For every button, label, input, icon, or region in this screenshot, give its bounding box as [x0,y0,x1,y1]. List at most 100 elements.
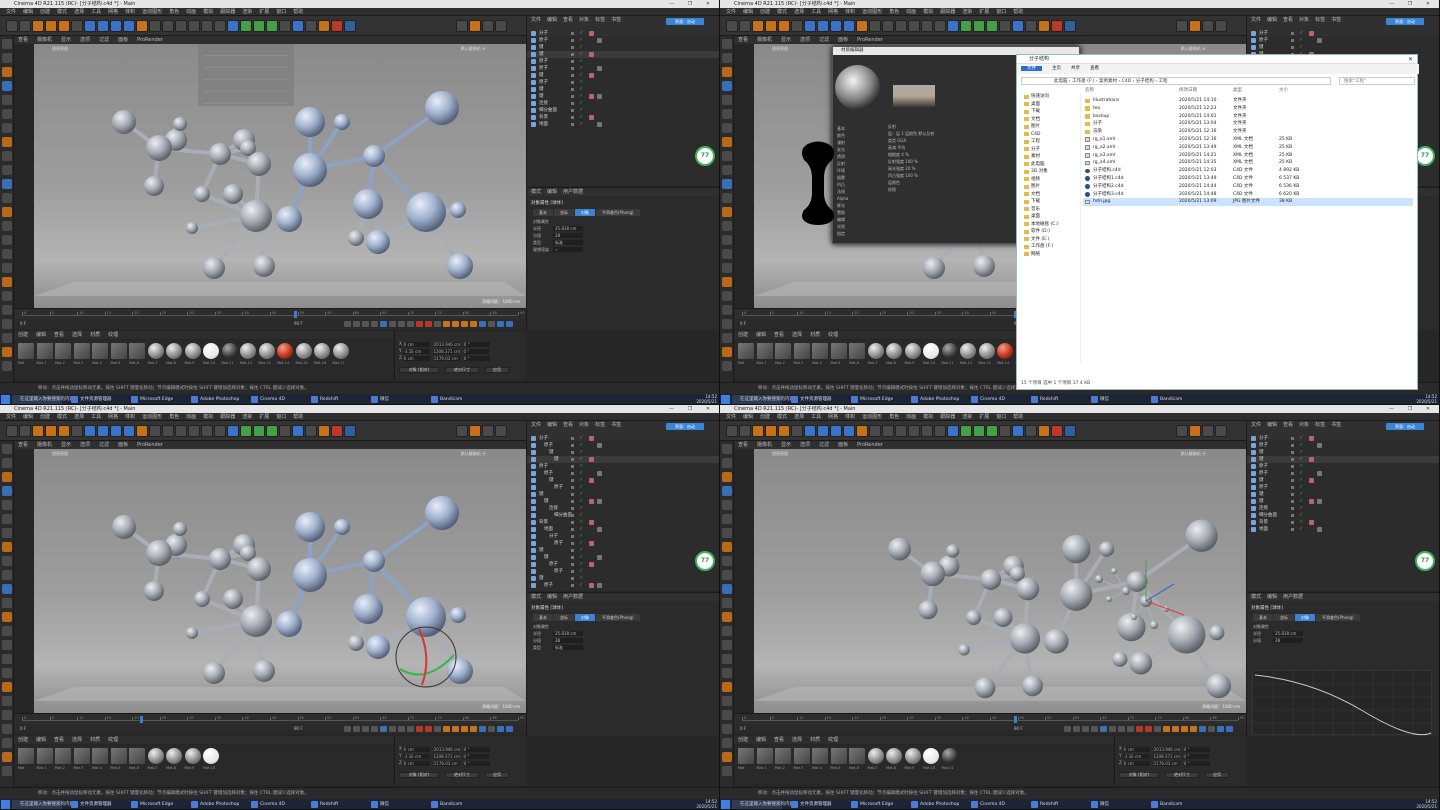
mode-icon[interactable] [722,752,732,762]
phong-tag[interactable] [1317,38,1322,43]
enabled-check[interactable]: ✓ [1299,520,1303,525]
atom-sphere[interactable] [186,222,198,234]
object-row[interactable]: 分子 ✓ [527,30,719,37]
molecule-model[interactable] [754,449,1246,713]
mode-icon[interactable] [2,458,12,468]
object-row[interactable]: 键✓ [1247,498,1439,505]
object-row[interactable]: 键✓ [527,72,719,79]
nav-item[interactable]: 3D 对象 [1021,168,1080,176]
material-swatch[interactable] [110,748,127,764]
material-swatch[interactable] [793,343,810,359]
material-swatch[interactable] [277,343,293,359]
attribute-tab[interactable]: 对象 [575,614,595,621]
material-swatch[interactable] [240,343,256,359]
timeline[interactable]: 051015202530354045505560657075808590 [14,308,526,319]
viewport-3d[interactable]: 透视视图默认摄像机 ⦿网格间距：1000 cm [34,44,526,308]
toolbar-icon[interactable] [495,425,507,437]
channel-item[interactable]: 烟雾 [837,174,877,181]
viewport-menu-item[interactable]: 面板 [118,442,128,448]
mode-icon[interactable] [2,193,12,203]
atom-sphere[interactable] [1206,673,1232,699]
transport-button[interactable] [353,321,360,327]
file-row[interactable]: tex 2020/5/21 12:23 文件夹 [1083,105,1413,113]
phong-tag[interactable] [597,122,602,127]
material-tag[interactable] [589,94,594,99]
menu-item[interactable]: 窗口 [276,414,286,420]
object-row[interactable]: 键✓ [1247,449,1439,456]
menu-item[interactable]: 角色 [889,9,899,15]
atom-sphere[interactable] [450,607,466,623]
size-field[interactable]: 2013.946 cm [433,746,460,752]
atom-sphere[interactable] [958,644,970,656]
viewport-menu-item[interactable]: 显示 [61,442,71,448]
atom-sphere[interactable] [334,114,350,130]
mode-icon[interactable] [722,486,732,496]
object-row[interactable]: 键✓ [527,51,719,58]
material-swatch[interactable] [812,748,828,764]
viewport-menu-item[interactable]: 面板 [838,442,848,448]
taskbar-app[interactable]: 文件资源管理器 [790,800,846,809]
context-menu-item[interactable] [204,46,288,56]
menu-item[interactable]: 运动图形 [862,9,882,15]
toolbar-icon[interactable] [45,425,57,437]
toolbar-icon[interactable] [123,20,135,32]
transport-button[interactable] [380,321,387,327]
enabled-check[interactable]: ✓ [579,443,583,448]
object-row[interactable]: 原子✓ [1247,470,1439,477]
viewport-menu-item[interactable]: 过滤 [819,442,829,448]
system-tray-clock[interactable]: 14:52 2020/5/21 [1416,799,1437,809]
menu-item[interactable]: 帮助 [293,9,303,15]
mode-icon[interactable] [722,738,732,748]
atom-sphere[interactable] [1185,519,1218,552]
size-field[interactable]: 1208.371 cm [1153,753,1180,759]
atom-sphere[interactable] [1016,577,1040,601]
object-row[interactable]: 背景✓ [527,114,719,121]
transport-button[interactable] [1118,726,1125,732]
taskbar-app[interactable]: Cinema 4D [970,800,1026,809]
material-tag[interactable] [1309,499,1314,504]
material-menu-item[interactable]: 纹理 [828,737,838,743]
enabled-check[interactable]: ✓ [1299,499,1303,504]
mode-icon[interactable] [722,249,732,259]
atom-sphere[interactable] [1122,587,1130,595]
material-swatch[interactable] [18,343,34,359]
viewport-menu-item[interactable]: ProRender [137,37,163,43]
viewport-menu-item[interactable]: 查看 [738,442,748,448]
mode-icon[interactable] [2,305,12,315]
toolbar-icon[interactable] [110,425,122,437]
toolbar-icon[interactable] [986,20,998,32]
attribute-value[interactable]: 28 [553,233,583,238]
material-tag[interactable] [1309,478,1314,483]
nav-item[interactable]: 图片 [1021,123,1080,131]
toolbar-icon[interactable] [1038,20,1050,32]
toolbar-icon[interactable] [908,20,920,32]
toolbar-icon[interactable] [482,20,494,32]
mode-icon[interactable] [722,724,732,734]
object-manager-menu-item[interactable]: 查看 [563,422,573,428]
atom-sphere[interactable] [980,569,1002,590]
toolbar-icon[interactable] [999,20,1011,32]
channel-item[interactable]: 反射 [837,160,877,167]
atom-sphere[interactable] [144,176,164,196]
object-row[interactable]: 键✓ [527,491,719,498]
enabled-check[interactable]: ✓ [579,45,583,50]
mode-icon[interactable] [722,109,732,119]
toolbar-icon[interactable] [791,20,803,32]
file-row[interactable]: 分子结构1.c4d 2020/5/21 13:49 C4D 文件 6 537 KB [1083,175,1413,183]
menu-item[interactable]: 运动图形 [142,9,162,15]
channel-item[interactable]: 法线 [837,188,877,195]
atom-sphere[interactable] [888,537,911,561]
phong-tag[interactable] [1317,471,1322,476]
ribbon-tab[interactable]: 查看 [1090,66,1099,71]
enabled-check[interactable]: ✓ [579,115,583,120]
menu-item[interactable]: 扩展 [979,414,989,420]
transport-button[interactable] [434,726,441,732]
material-swatch[interactable] [166,748,182,764]
atom-sphere[interactable] [1111,568,1117,574]
toolbar-icon[interactable] [71,20,83,32]
viewport-menu-item[interactable]: 摄像机 [757,442,772,448]
mode-icon[interactable] [2,291,12,301]
phong-tag[interactable] [597,555,602,560]
mode-icon[interactable] [722,472,732,482]
material-menu-item[interactable]: 创建 [18,737,28,743]
